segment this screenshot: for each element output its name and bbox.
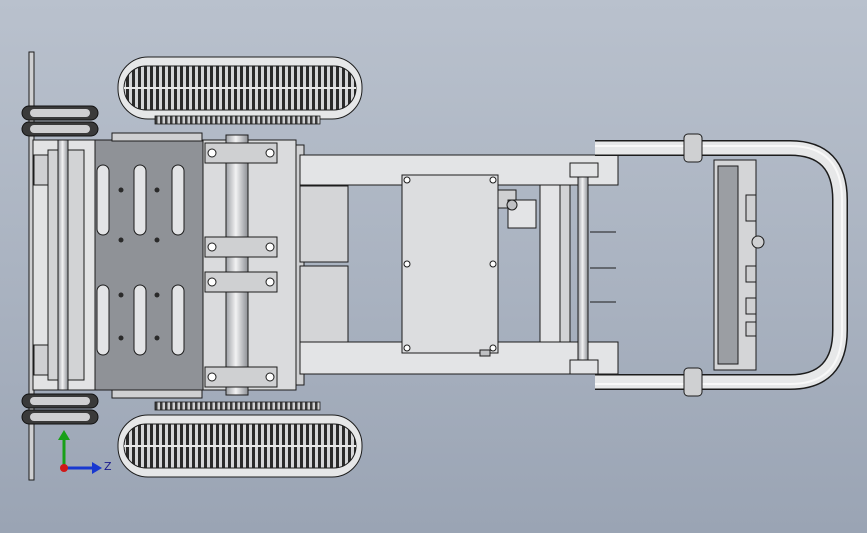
handle-control-panel	[713, 159, 765, 371]
bottom-wheel	[117, 401, 363, 478]
cad-viewport[interactable]: Z	[0, 0, 867, 533]
front-frame	[32, 139, 96, 391]
coordinate-triad-icon: Z	[58, 430, 112, 474]
motor-housing	[299, 185, 349, 343]
triad-axis-label: Z	[104, 460, 112, 473]
axle-bearing-plate	[202, 134, 305, 396]
assembly-drawing: Z	[21, 51, 848, 481]
top-wheel	[117, 56, 363, 125]
slotted-base-plate	[94, 132, 206, 399]
control-box	[401, 174, 537, 357]
